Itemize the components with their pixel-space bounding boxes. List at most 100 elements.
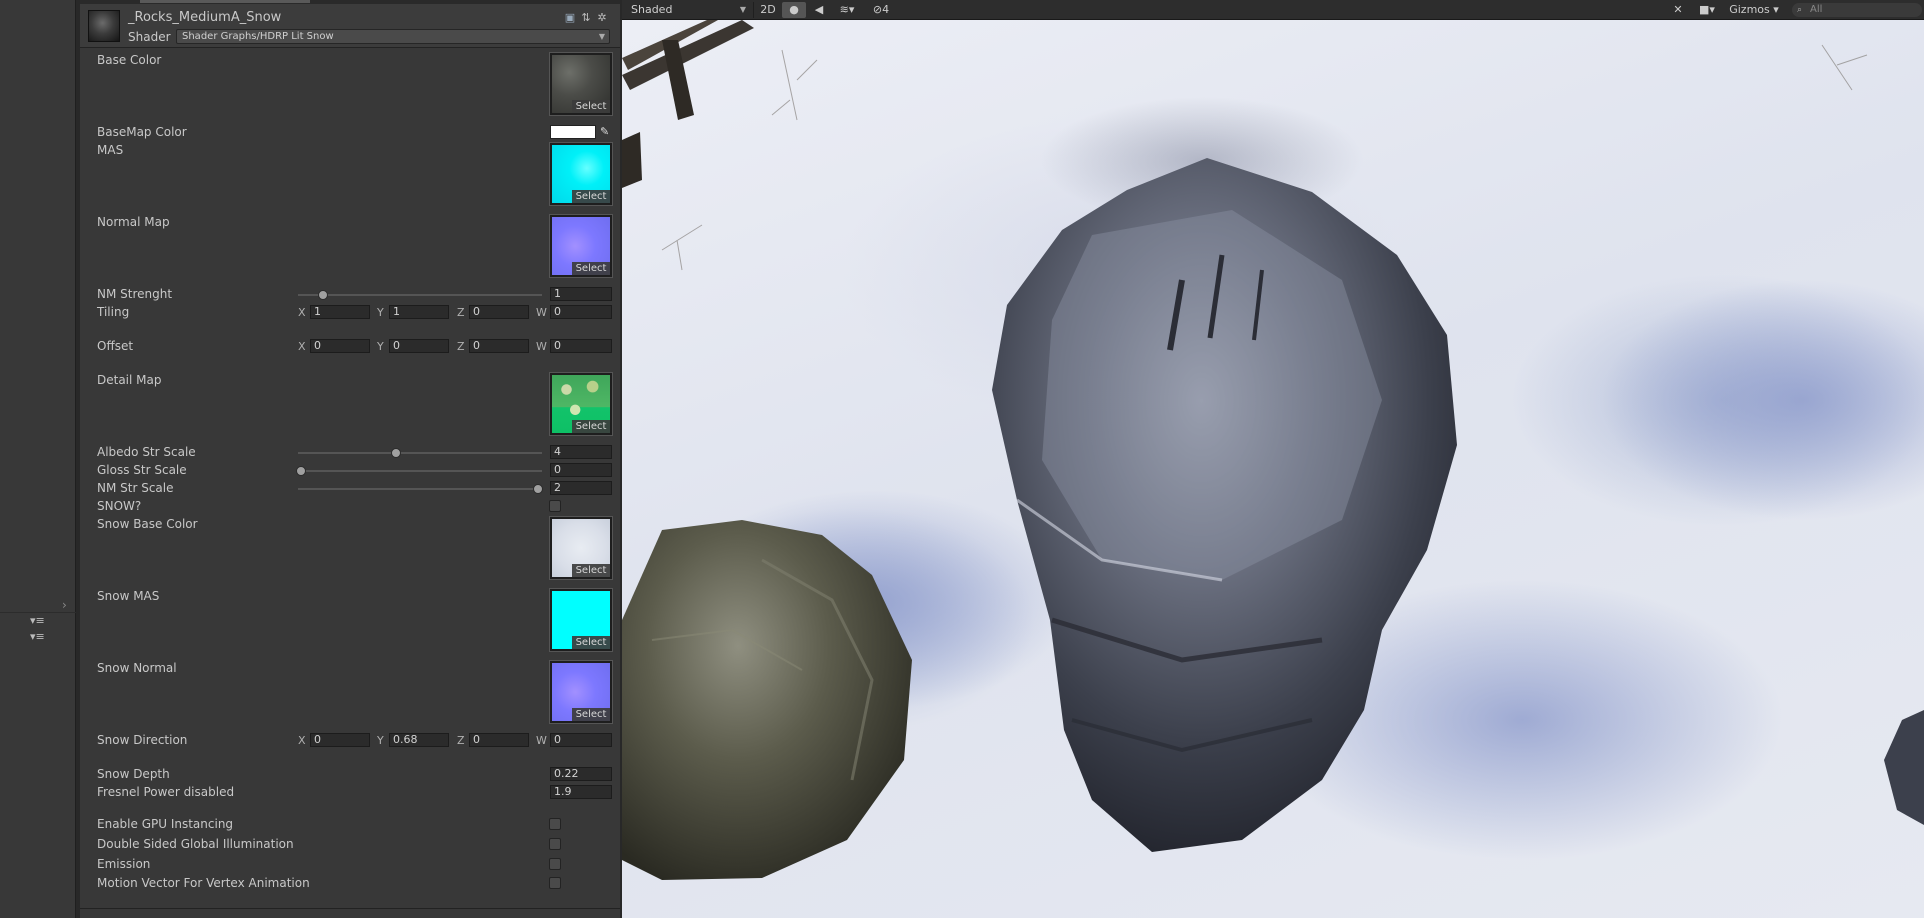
gizmos-label: Gizmos bbox=[1729, 3, 1770, 16]
albedo-str-scale-label: Albedo Str Scale bbox=[97, 445, 196, 459]
vector-y-label: Y bbox=[377, 734, 384, 747]
vector-z-label: Z bbox=[457, 734, 465, 747]
audio-toggle-icon[interactable]: ◀ bbox=[808, 2, 830, 18]
snow-normal-texture-slot[interactable]: Select bbox=[549, 660, 613, 724]
search-icon: ⌕ bbox=[1797, 5, 1803, 15]
detail-map-texture-slot[interactable]: Select bbox=[549, 372, 613, 436]
mossy-rock bbox=[622, 520, 912, 880]
offset-z-field[interactable]: 0 bbox=[469, 339, 529, 353]
scene-view: Shaded ▼ 2D ● ◀ ≋▾ ⊘4 ✕ ■▾ Gizmos ▾ ⌕ Al… bbox=[622, 0, 1924, 918]
search-placeholder: All bbox=[1810, 4, 1823, 15]
snow-direction-x-field[interactable]: 0 bbox=[310, 733, 370, 747]
motion-vector-checkbox[interactable] bbox=[549, 877, 561, 889]
offset-x-field[interactable]: 0 bbox=[310, 339, 370, 353]
select-texture-button[interactable]: Select bbox=[572, 564, 610, 577]
nm-strength-slider[interactable] bbox=[298, 290, 542, 300]
vector-x-label: X bbox=[298, 340, 306, 353]
divider bbox=[0, 612, 76, 613]
double-sided-gi-label: Double Sided Global Illumination bbox=[97, 837, 294, 851]
2d-mode-toggle[interactable]: 2D bbox=[756, 2, 780, 18]
albedo-str-scale-slider[interactable] bbox=[298, 448, 542, 458]
snow-base-color-texture-slot[interactable]: Select bbox=[549, 516, 613, 580]
nm-str-scale-slider[interactable] bbox=[298, 484, 543, 494]
tools-icon[interactable]: ✕ bbox=[1668, 2, 1688, 18]
material-name: _Rocks_MediumA_Snow bbox=[128, 10, 282, 25]
hierarchy-panel: › ▾≡ ▾≡ bbox=[0, 0, 76, 918]
snow-direction-w-field[interactable]: 0 bbox=[550, 733, 612, 747]
base-color-label: Base Color bbox=[97, 53, 162, 67]
hierarchy-menu-icon[interactable]: ▾≡ bbox=[30, 614, 45, 627]
gpu-instancing-checkbox[interactable] bbox=[549, 818, 561, 830]
tiling-z-field[interactable]: 0 bbox=[469, 305, 529, 319]
basemap-color-swatch[interactable] bbox=[550, 125, 596, 139]
vector-w-label: W bbox=[536, 734, 547, 747]
material-preview-thumbnail bbox=[88, 10, 120, 42]
select-texture-button[interactable]: Select bbox=[572, 100, 610, 113]
albedo-str-scale-field[interactable]: 4 bbox=[550, 445, 612, 459]
select-texture-button[interactable]: Select bbox=[572, 190, 610, 203]
gear-icon[interactable]: ✲ bbox=[596, 12, 608, 24]
scene-viewport[interactable] bbox=[622, 20, 1924, 918]
snow-direction-z-field[interactable]: 0 bbox=[469, 733, 529, 747]
lighting-toggle-icon[interactable]: ● bbox=[782, 2, 806, 18]
select-texture-button[interactable]: Select bbox=[572, 636, 610, 649]
scene-search-input[interactable]: ⌕ All bbox=[1792, 3, 1922, 17]
edge-rock bbox=[1884, 710, 1924, 825]
gloss-str-scale-slider[interactable] bbox=[296, 466, 542, 476]
hierarchy-menu-icon[interactable]: ▾≡ bbox=[30, 630, 45, 643]
slider-thumb[interactable] bbox=[296, 466, 306, 476]
vector-y-label: Y bbox=[377, 306, 384, 319]
eyedropper-icon[interactable]: ✎ bbox=[600, 125, 612, 139]
snow-direction-y-field[interactable]: 0.68 bbox=[389, 733, 449, 747]
offset-label: Offset bbox=[97, 339, 134, 353]
snow-depth-field[interactable]: 0.22 bbox=[550, 767, 612, 781]
snow-mas-texture-slot[interactable]: Select bbox=[549, 588, 613, 652]
detail-map-label: Detail Map bbox=[97, 373, 162, 387]
vector-z-label: Z bbox=[457, 340, 465, 353]
normal-map-texture-slot[interactable]: Select bbox=[549, 214, 613, 278]
emission-label: Emission bbox=[97, 857, 151, 871]
tiling-w-field[interactable]: 0 bbox=[550, 305, 612, 319]
gizmos-dropdown[interactable]: Gizmos ▾ bbox=[1726, 2, 1782, 18]
effects-dropdown-icon[interactable]: ≋▾ bbox=[832, 2, 862, 18]
base-color-texture-slot[interactable]: Select bbox=[549, 52, 613, 116]
fresnel-power-field[interactable]: 1.9 bbox=[550, 785, 612, 799]
double-sided-gi-checkbox[interactable] bbox=[549, 838, 561, 850]
chevron-right-icon[interactable]: › bbox=[62, 598, 67, 612]
snow-direction-label: Snow Direction bbox=[97, 733, 188, 747]
select-texture-button[interactable]: Select bbox=[572, 420, 610, 433]
nm-strength-label: NM Strenght bbox=[97, 287, 173, 301]
chevron-down-icon: ▼ bbox=[739, 5, 746, 14]
tiling-label: Tiling bbox=[97, 305, 130, 319]
preset-sliders-icon[interactable]: ⇅ bbox=[580, 12, 592, 24]
nm-strength-field[interactable]: 1 bbox=[550, 287, 612, 301]
tiling-x-field[interactable]: 1 bbox=[310, 305, 370, 319]
snow-mas-label: Snow MAS bbox=[97, 589, 160, 603]
tiling-y-field[interactable]: 1 bbox=[389, 305, 449, 319]
slider-thumb[interactable] bbox=[391, 448, 401, 458]
select-texture-button[interactable]: Select bbox=[572, 708, 610, 721]
draw-mode-value: Shaded bbox=[631, 3, 673, 16]
select-texture-button[interactable]: Select bbox=[572, 262, 610, 275]
mas-texture-slot[interactable]: Select bbox=[549, 142, 613, 206]
emission-checkbox[interactable] bbox=[549, 858, 561, 870]
hidden-objects-icon[interactable]: ⊘4 bbox=[866, 2, 896, 18]
help-book-icon[interactable]: ▣ bbox=[564, 12, 576, 24]
nm-str-scale-field[interactable]: 2 bbox=[550, 481, 612, 495]
shader-dropdown[interactable]: Shader Graphs/HDRP Lit Snow ▼ bbox=[176, 29, 610, 44]
inspector-tab[interactable] bbox=[140, 0, 310, 3]
wooden-fence bbox=[622, 20, 754, 188]
slider-thumb[interactable] bbox=[533, 484, 543, 494]
offset-w-field[interactable]: 0 bbox=[550, 339, 612, 353]
mas-label: MAS bbox=[97, 143, 124, 157]
snow-toggle-label: SNOW? bbox=[97, 499, 142, 513]
draw-mode-dropdown[interactable]: Shaded ▼ bbox=[626, 2, 751, 18]
gloss-str-scale-field[interactable]: 0 bbox=[550, 463, 612, 477]
vector-w-label: W bbox=[536, 306, 547, 319]
scene-toolbar: Shaded ▼ 2D ● ◀ ≋▾ ⊘4 ✕ ■▾ Gizmos ▾ ⌕ Al… bbox=[622, 0, 1924, 20]
motion-vector-label: Motion Vector For Vertex Animation bbox=[97, 876, 310, 890]
slider-thumb[interactable] bbox=[318, 290, 328, 300]
offset-y-field[interactable]: 0 bbox=[389, 339, 449, 353]
camera-dropdown-icon[interactable]: ■▾ bbox=[1692, 2, 1722, 18]
snow-toggle-checkbox[interactable] bbox=[549, 500, 561, 512]
